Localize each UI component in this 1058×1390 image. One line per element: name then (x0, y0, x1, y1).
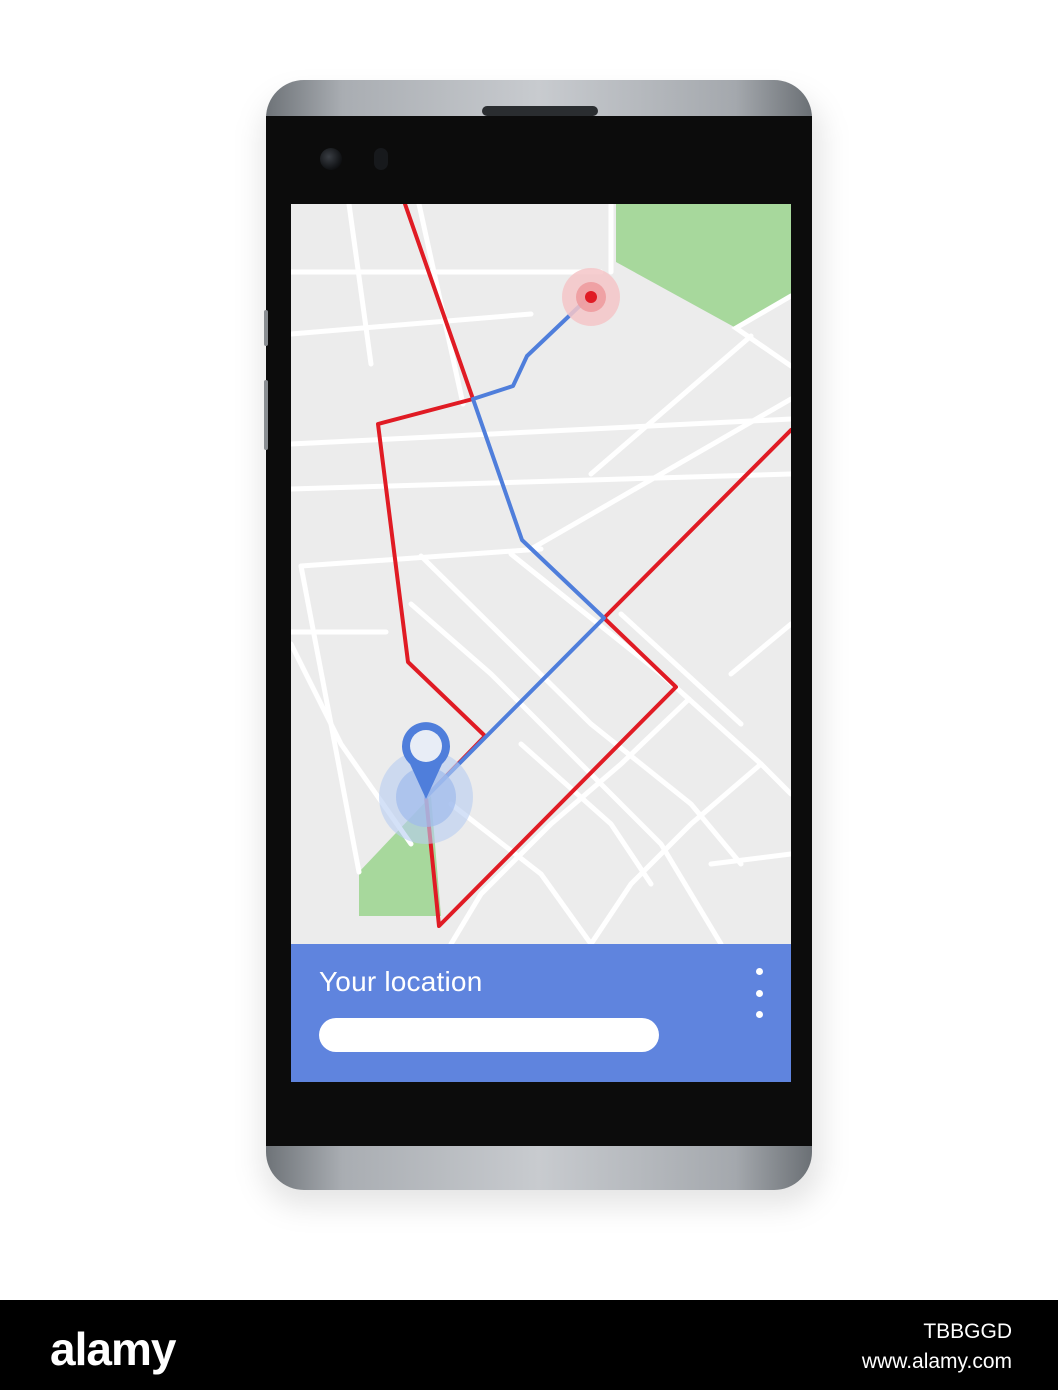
watermark-url: www.alamy.com (861, 1350, 1012, 1373)
more-dot (755, 989, 763, 997)
phone-screen: Your location (291, 204, 791, 1082)
destination-marker-icon[interactable] (562, 268, 620, 326)
phone-sensor (374, 148, 388, 170)
more-vertical-icon[interactable] (747, 968, 771, 1018)
watermark-logo: alamy (50, 1323, 176, 1375)
phone-side-key (264, 310, 268, 346)
watermark-footer: alamy TBBGGD www.alamy.com (0, 1300, 1058, 1390)
navigation-map[interactable] (291, 204, 791, 944)
location-search-input[interactable] (319, 1018, 659, 1052)
phone-volume-key (264, 380, 268, 450)
more-dot (755, 968, 763, 975)
watermark-image-id: TBBGGD (923, 1320, 1012, 1343)
panel-title: Your location (319, 966, 483, 997)
location-panel: Your location (291, 944, 791, 1082)
phone-earpiece (482, 106, 598, 116)
photo-stage: Your location (0, 0, 1058, 1300)
more-dot (755, 1011, 763, 1018)
front-camera (320, 148, 342, 170)
